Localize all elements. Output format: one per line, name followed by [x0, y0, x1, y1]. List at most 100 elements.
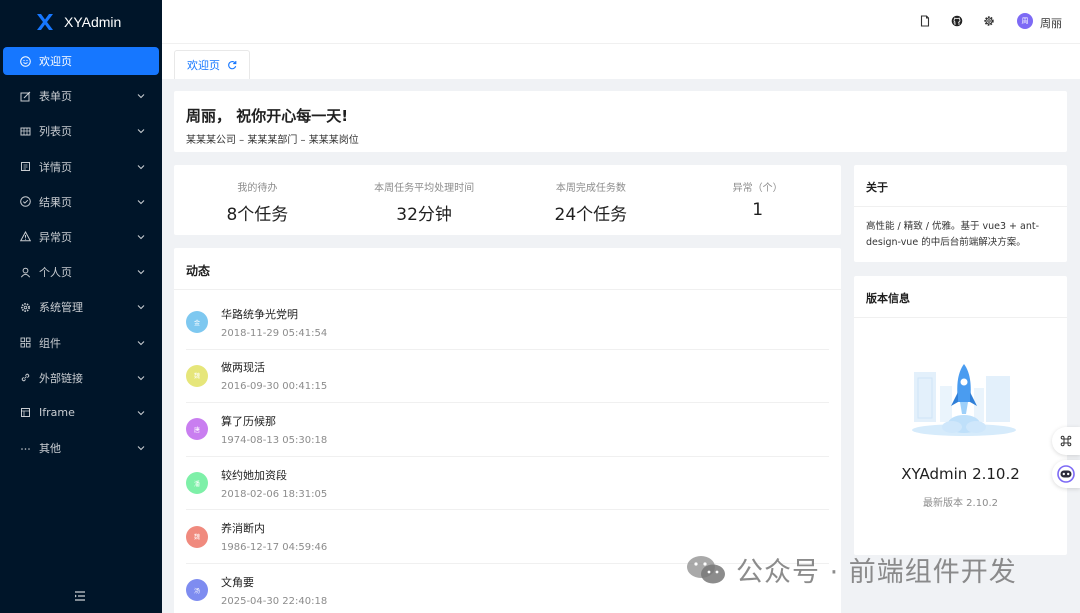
- activity-item-title: 算了历候那: [221, 414, 276, 428]
- activity-item-title: 做两现活: [221, 361, 265, 375]
- check-circle-icon: [20, 196, 31, 208]
- wechat-icon: [687, 555, 725, 583]
- list-item: 潘较约她加资段 2018-02-06 18:31:05: [186, 457, 829, 511]
- list-item: 魏做两现活 2016-09-30 00:41:15: [186, 350, 829, 404]
- gear-icon[interactable]: [983, 15, 995, 27]
- welcome-card: 周丽， 祝你开心每一天! 某某某公司 – 某某某部门 – 某某某岗位: [174, 91, 1067, 152]
- iframe-icon: [21, 408, 30, 418]
- chevron-down-icon: [137, 446, 145, 451]
- version-title: 版本信息: [854, 276, 1067, 318]
- warning-icon: [20, 231, 31, 242]
- sidebar-item-4[interactable]: 结果页: [3, 188, 159, 216]
- app-name: XYAdmin: [64, 14, 122, 30]
- sidebar-item-0[interactable]: 欢迎页: [3, 47, 159, 75]
- sidebar-item-1[interactable]: 表单页: [3, 82, 159, 110]
- sidebar-item-label: 组件: [39, 336, 61, 350]
- user-icon: [20, 267, 31, 278]
- logo-icon: [37, 14, 53, 30]
- ellipsis-icon: [21, 447, 30, 450]
- avatar: 唐: [186, 418, 208, 441]
- stat-todo: 我的待办 8个任务: [174, 165, 341, 235]
- list-item: 金华路统争光党明 2018-11-29 05:41:54: [186, 296, 829, 350]
- stat-label: 本周完成任务数: [555, 183, 626, 194]
- activity-item-time: 2025-04-30 22:40:18: [221, 595, 328, 607]
- about-title: 关于: [854, 165, 1067, 207]
- sidebar-item-label: 其他: [39, 442, 61, 456]
- document-icon[interactable]: [919, 15, 931, 27]
- rocket-illustration: [912, 364, 1016, 436]
- activity-item-time: 1986-12-17 04:59:46: [221, 542, 328, 554]
- avatar: 汤: [186, 579, 208, 602]
- sidebar-item-7[interactable]: 系统管理: [3, 293, 159, 321]
- command-float-button[interactable]: [1052, 427, 1080, 455]
- sidebar-item-9[interactable]: 外部链接: [3, 364, 159, 392]
- command-icon: [1060, 435, 1072, 447]
- reload-icon[interactable]: [227, 60, 237, 70]
- chevron-down-icon: [137, 340, 145, 345]
- welcome-title: 周丽， 祝你开心每一天!: [186, 107, 349, 125]
- sidebar-item-5[interactable]: 异常页: [3, 223, 159, 251]
- stats-card: 我的待办 8个任务 本周任务平均处理时间 32分钟 本周完成任务数 24个任务 …: [174, 165, 841, 235]
- stat-value: 24个任务: [554, 205, 628, 225]
- activity-title: 动态: [174, 248, 841, 290]
- activity-item-title: 华路统争光党明: [221, 307, 298, 321]
- watermark: 公众号 · 前端组件开发: [684, 550, 1017, 589]
- stat-avg-time: 本周任务平均处理时间 32分钟: [341, 165, 508, 235]
- top-header: 周 周丽: [162, 0, 1080, 44]
- chevron-down-icon: [137, 375, 145, 380]
- table-icon: [20, 127, 31, 136]
- activity-item-title: 养消断内: [221, 522, 265, 536]
- app-logo[interactable]: XYAdmin: [0, 0, 162, 44]
- chevron-down-icon: [137, 199, 145, 205]
- link-icon: [21, 373, 30, 382]
- smile-icon: [20, 55, 31, 67]
- chevron-down-icon: [137, 94, 145, 99]
- profile-icon: [21, 162, 30, 172]
- sidebar-item-label: 个人页: [39, 266, 72, 280]
- list-item: 唐算了历候那 1974-08-13 05:30:18: [186, 403, 829, 457]
- sidebar-item-8[interactable]: 组件: [3, 329, 159, 357]
- about-card: 关于 高性能 / 精致 / 优雅。基于 vue3 + ant-design-vu…: [854, 165, 1067, 262]
- chevron-down-icon: [137, 235, 145, 240]
- robot-icon: [1057, 465, 1075, 483]
- activity-item-time: 2018-11-29 05:41:54: [221, 327, 328, 339]
- sidebar-item-label: 详情页: [39, 160, 72, 174]
- stat-label: 异常（个）: [732, 183, 783, 194]
- stat-label: 我的待办: [237, 183, 278, 194]
- stat-value: 32分钟: [396, 205, 452, 225]
- menu-fold-icon[interactable]: [74, 590, 86, 602]
- sidebar-item-label: Iframe: [39, 406, 75, 420]
- sidebar-menu: 欢迎页表单页列表页详情页结果页异常页个人页系统管理组件外部链接 Iframe 其他: [0, 47, 162, 462]
- stat-completed: 本周完成任务数 24个任务: [508, 165, 675, 235]
- sidebar-item-label: 欢迎页: [39, 55, 72, 68]
- sidebar-item-label: 系统管理: [39, 301, 83, 315]
- avatar: 魏: [186, 364, 208, 387]
- sidebar-item-6[interactable]: 个人页: [3, 258, 159, 286]
- sidebar-item-label: 表单页: [39, 90, 72, 104]
- github-icon[interactable]: [951, 15, 963, 27]
- sidebar-item-label: 异常页: [39, 230, 72, 244]
- stat-value: 1: [752, 200, 764, 220]
- activity-item-title: 较约她加资段: [221, 468, 287, 482]
- username[interactable]: 周丽: [1040, 15, 1062, 31]
- activity-item-time: 1974-08-13 05:30:18: [221, 434, 328, 446]
- avatar: 魏: [186, 525, 208, 548]
- avatar[interactable]: 周: [1017, 13, 1033, 29]
- form-icon: [20, 91, 31, 102]
- sidebar-item-2[interactable]: 列表页: [3, 117, 159, 145]
- assistant-float-button[interactable]: [1052, 460, 1080, 488]
- tab-welcome[interactable]: 欢迎页: [174, 50, 250, 79]
- activity-item-title: 文角要: [221, 575, 254, 589]
- sidebar-item-3[interactable]: 详情页: [3, 153, 159, 181]
- activity-item-time: 2016-09-30 00:41:15: [221, 381, 328, 393]
- sidebar-item-10[interactable]: Iframe: [3, 399, 159, 427]
- avatar: 潘: [186, 472, 208, 495]
- chevron-down-icon: [137, 164, 145, 169]
- watermark-text: 公众号 · 前端组件开发: [736, 557, 1017, 588]
- chevron-down-icon: [137, 270, 145, 275]
- stat-label: 本周任务平均处理时间: [374, 183, 475, 194]
- chevron-down-icon: [137, 305, 145, 310]
- appstore-icon: [20, 337, 31, 348]
- version-card: 版本信息 XYAdmin 2.10.2 最新版本 2.10.2: [854, 276, 1067, 555]
- sidebar-item-11[interactable]: 其他: [3, 434, 159, 462]
